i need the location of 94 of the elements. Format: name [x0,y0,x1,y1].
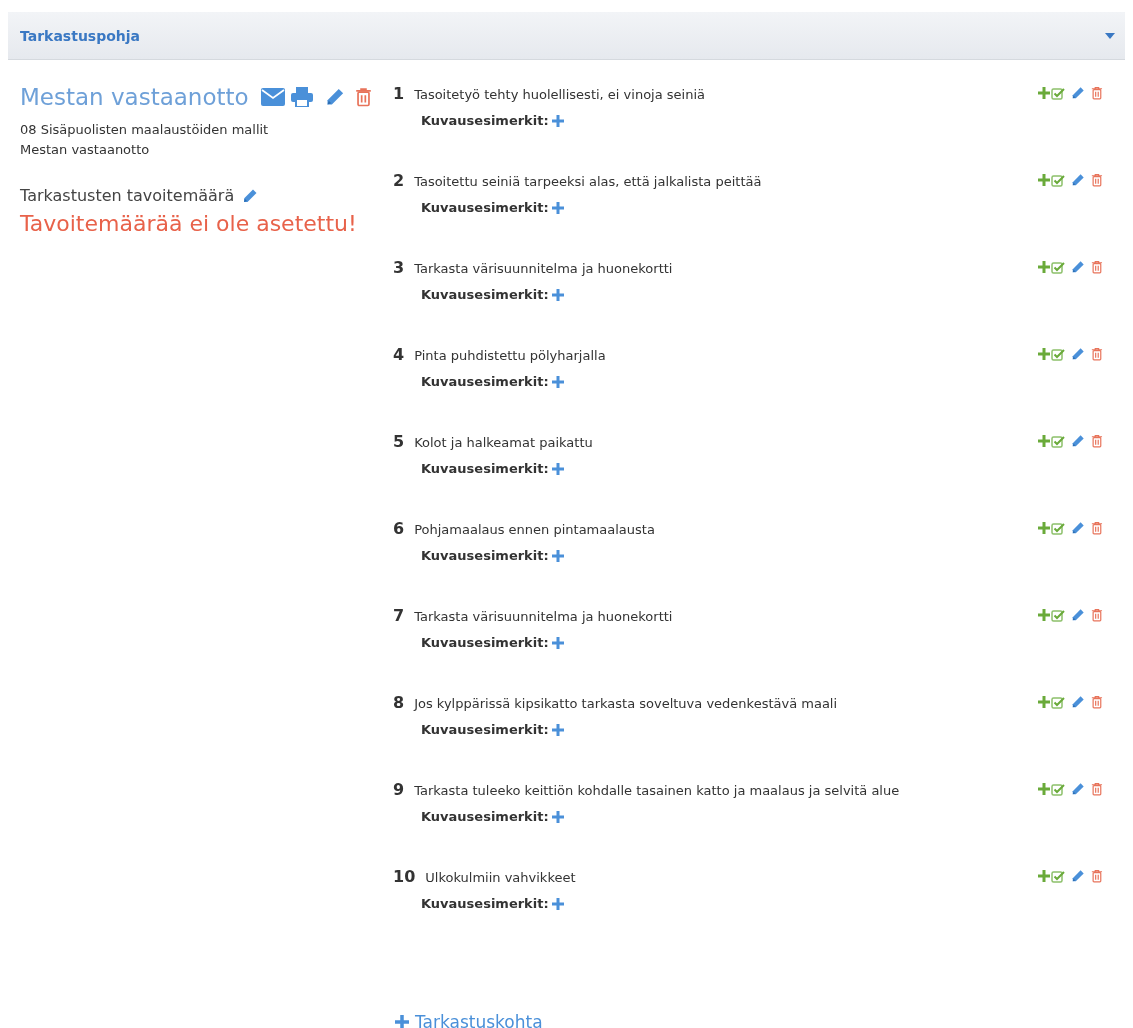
pencil-icon[interactable] [1071,782,1086,796]
pencil-icon[interactable] [1071,695,1086,709]
examples-label: Kuvausesimerkit: [421,113,549,128]
item-number: 7 [393,606,405,625]
caret-down-icon[interactable] [1105,32,1115,39]
checkbox-check-icon[interactable] [1051,869,1066,883]
plus-icon[interactable] [1038,174,1051,186]
pencil-icon[interactable] [1071,608,1086,622]
examples-label: Kuvausesimerkit: [421,722,549,737]
template-subtitle: Mestan vastaanotto [20,141,151,159]
panel-header[interactable]: Tarkastuspohja [8,12,1125,60]
examples-label: Kuvausesimerkit: [421,287,549,302]
plus-icon[interactable] [551,201,564,214]
pencil-icon[interactable] [1071,86,1086,100]
item-text: Kolot ja halkeamat paikattu [414,435,593,450]
item-number: 3 [393,258,405,277]
pencil-icon[interactable] [242,187,259,204]
add-checkpoint-button[interactable]: Tarkastuskohta [395,1012,543,1028]
item-text: Tarkasta värisuunnitelma ja huonekortti [414,609,673,624]
trash-icon[interactable] [1091,695,1103,709]
pencil-icon[interactable] [1071,260,1086,274]
plus-icon[interactable] [551,636,564,649]
plus-icon[interactable] [1038,609,1051,621]
trash-icon[interactable] [1091,434,1103,448]
item-number: 9 [393,780,405,799]
trash-icon[interactable] [1091,260,1103,274]
plus-icon[interactable] [1038,348,1051,360]
pencil-icon[interactable] [1071,434,1086,448]
plus-icon[interactable] [1038,696,1051,708]
item-text: Ulkokulmiin vahvikkeet [425,870,576,885]
plus-icon[interactable] [1038,261,1051,273]
plus-icon[interactable] [551,897,564,910]
plus-icon[interactable] [1038,87,1051,99]
plus-icon[interactable] [1038,435,1051,447]
template-title: Mestan vastaanotto [20,84,249,110]
plus-icon[interactable] [551,810,564,823]
trash-icon[interactable] [1091,869,1103,883]
item-number: 6 [393,519,405,538]
item-text: Tarkasta värisuunnitelma ja huonekortti [414,261,673,276]
examples-label: Kuvausesimerkit: [421,896,549,911]
item-number: 1 [393,84,405,103]
trash-icon[interactable] [1091,782,1103,796]
examples-label: Kuvausesimerkit: [421,635,549,650]
plus-icon[interactable] [1038,522,1051,534]
checkbox-check-icon[interactable] [1051,86,1066,100]
examples-label: Kuvausesimerkit: [421,548,549,563]
trash-icon[interactable] [1091,173,1103,187]
examples-label: Kuvausesimerkit: [421,200,549,215]
item-text: Tasoitettu seiniä tarpeeksi alas, että jalkalista peittää [414,174,762,189]
checkbox-check-icon[interactable] [1051,347,1066,361]
item-text: Pinta puhdistettu pölyharjalla [414,348,606,363]
plus-icon[interactable] [551,288,564,301]
checkbox-check-icon[interactable] [1051,260,1066,274]
panel-title: Tarkastuspohja [20,27,141,44]
checkbox-check-icon[interactable] [1051,608,1066,622]
trash-icon[interactable] [354,87,372,107]
trash-icon[interactable] [1091,608,1103,622]
item-text: Tarkasta tuleeko keittiön kohdalle tasainen katto ja maalaus ja selvitä alue [414,783,900,798]
printer-icon[interactable] [290,87,313,107]
checkbox-check-icon[interactable] [1051,434,1066,448]
pencil-icon[interactable] [1071,347,1086,361]
checkbox-check-icon[interactable] [1051,521,1066,535]
pencil-icon[interactable] [1071,521,1086,535]
item-text: Pohjamaalaus ennen pintamaalausta [414,522,655,537]
target-warning: Tavoitemäärää ei ole asetettu! [20,211,358,236]
item-number: 8 [393,693,405,712]
plus-icon [395,1015,409,1028]
trash-icon[interactable] [1091,86,1103,100]
plus-icon[interactable] [1038,870,1051,882]
checkbox-check-icon[interactable] [1051,782,1066,796]
template-category: 08 Sisäpuolisten maalaustöiden mallit [20,121,270,139]
examples-label: Kuvausesimerkit: [421,374,549,389]
item-number: 10 [393,867,416,886]
plus-icon[interactable] [551,549,564,562]
envelope-icon[interactable] [260,88,285,106]
item-number: 5 [393,432,405,451]
item-text: Jos kylppärissä kipsikatto tarkasta soveltuva vedenkestävä maali [414,696,838,711]
plus-icon[interactable] [551,462,564,475]
plus-icon[interactable] [1038,783,1051,795]
pencil-icon[interactable] [1071,869,1086,883]
pencil-icon[interactable] [1071,173,1086,187]
item-number: 4 [393,345,405,364]
examples-label: Kuvausesimerkit: [421,461,549,476]
plus-icon[interactable] [551,723,564,736]
item-number: 2 [393,171,405,190]
plus-icon[interactable] [551,375,564,388]
target-label: Tarkastusten tavoitemäärä [20,186,235,205]
checkbox-check-icon[interactable] [1051,173,1066,187]
plus-icon[interactable] [551,114,564,127]
item-text: Tasoitetyö tehty huolellisesti, ei vinoja seiniä [414,87,705,102]
trash-icon[interactable] [1091,521,1103,535]
checkbox-check-icon[interactable] [1051,695,1066,709]
examples-label: Kuvausesimerkit: [421,809,549,824]
trash-icon[interactable] [1091,347,1103,361]
